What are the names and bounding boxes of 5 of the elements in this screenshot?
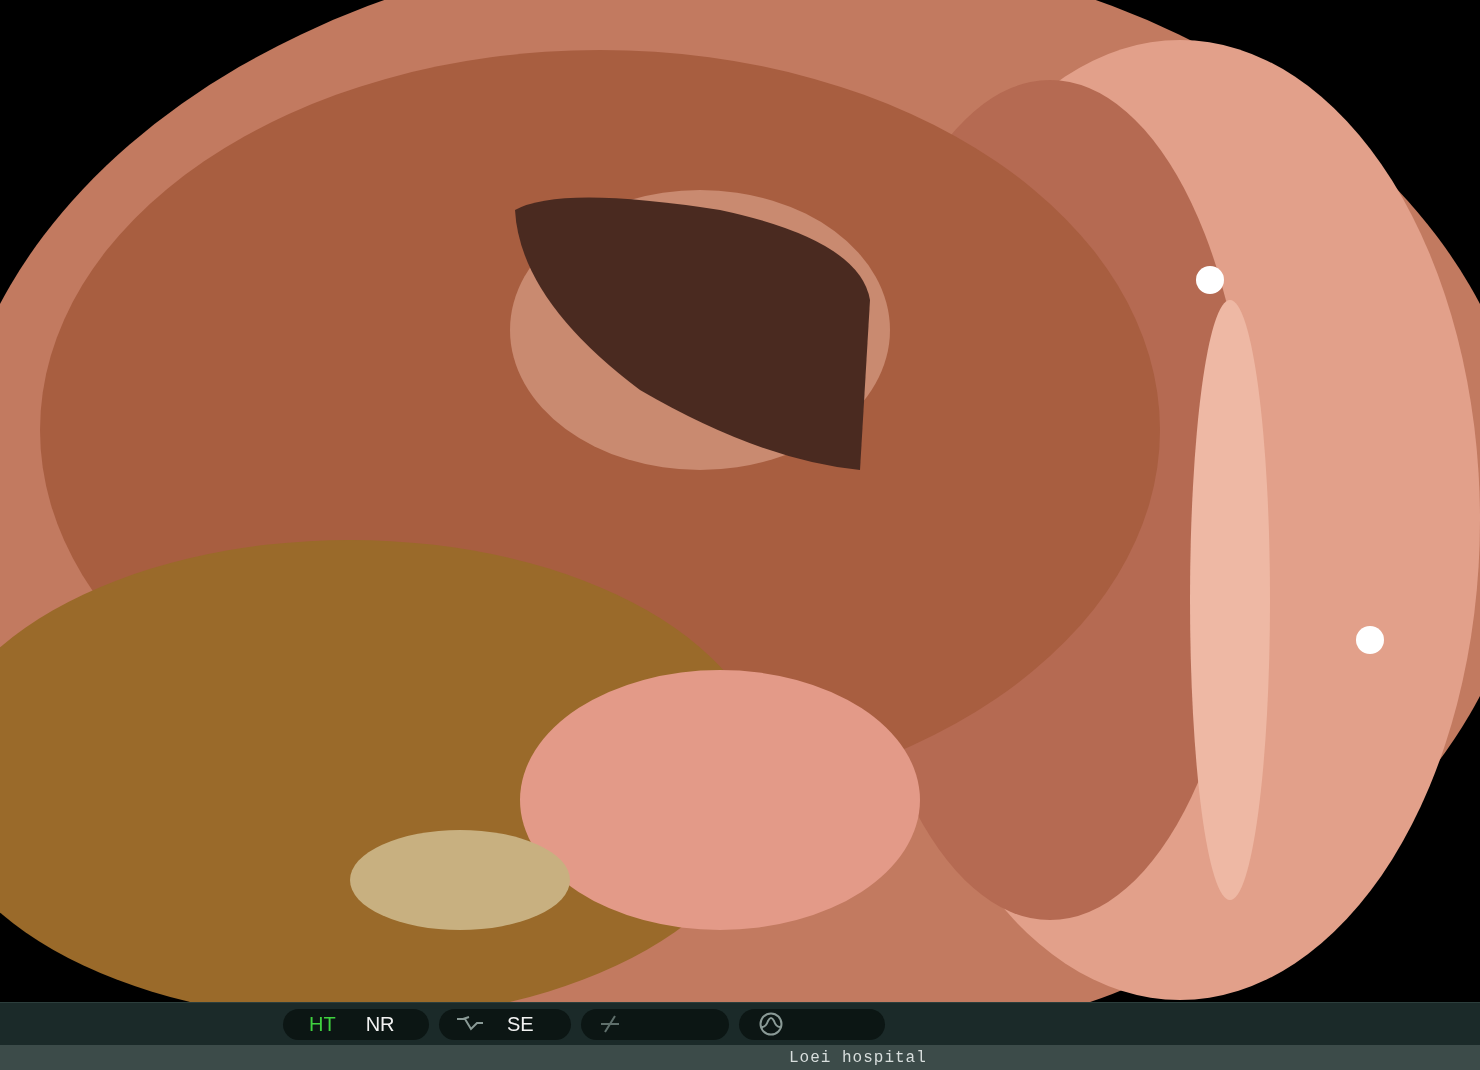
curve-icon bbox=[455, 1015, 485, 1033]
mode-label[interactable]: HT bbox=[309, 1009, 336, 1039]
mode-label[interactable]: NR bbox=[365, 1009, 395, 1039]
mode-label[interactable]: SE bbox=[507, 1009, 534, 1039]
hospital-name: Loei hospital bbox=[789, 1047, 927, 1069]
